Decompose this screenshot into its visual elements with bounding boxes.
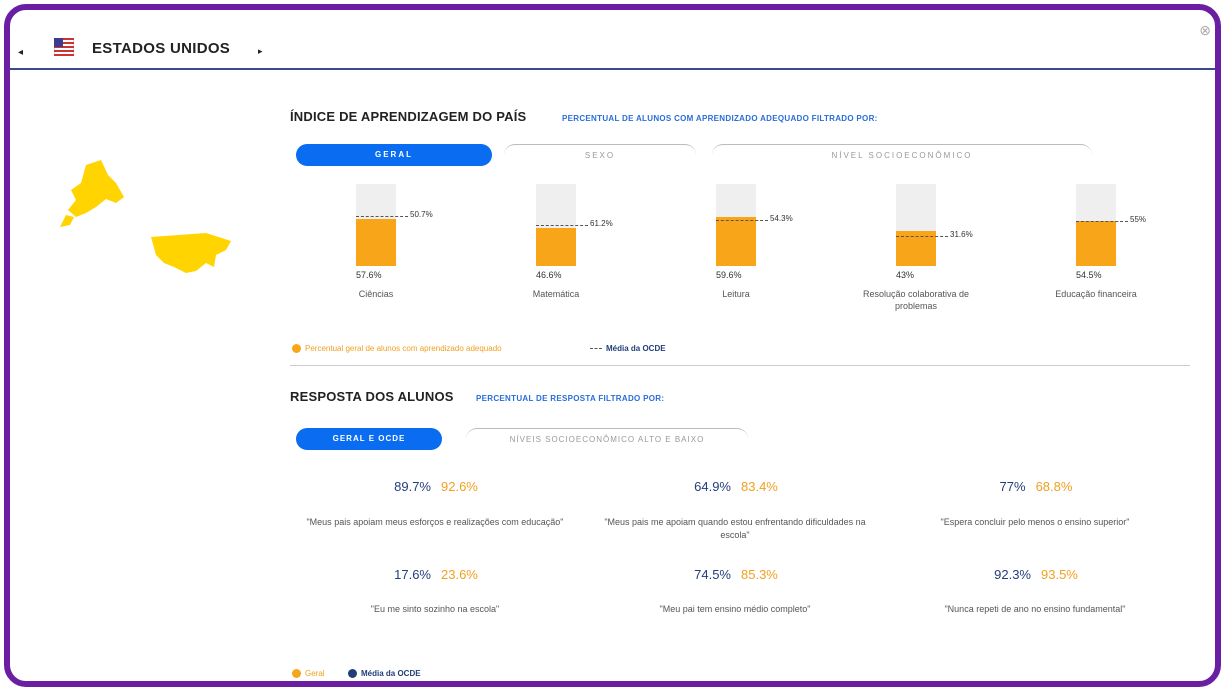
- stat-geral: 64.9%: [694, 479, 731, 494]
- tab-nivel-socioeconomico[interactable]: NÍVEL SOCIOECONÔMICO: [712, 144, 1092, 166]
- stat-2: 64.9% 83.4%: [636, 478, 836, 496]
- oecd-line: [536, 224, 588, 226]
- window-frame: ◂ ESTADOS UNIDOS ▸ ⊗ ÍNDICE DE APRENDIZA…: [4, 4, 1221, 687]
- oecd-value-label: 61.2%: [590, 218, 613, 228]
- quote-2: "Meus pais me apoiam quando estou enfren…: [604, 517, 866, 540]
- bar-3: [716, 184, 768, 266]
- legend-oecd-label: Média da OCDE: [361, 669, 421, 678]
- legend-oecd-label: Média da OCDE: [606, 344, 666, 353]
- bar-value-label: 59.6%: [716, 270, 742, 280]
- oecd-line: [896, 236, 948, 238]
- oecd-value-label: 50.7%: [410, 210, 433, 220]
- oecd-line: [1076, 220, 1128, 222]
- navy-dot-icon: [348, 669, 357, 679]
- quote-5: "Meu pai tem ensino médio completo": [659, 604, 811, 614]
- bar-category-label: Matemática: [532, 289, 580, 299]
- quote-3: "Espera concluir pelo menos o ensino sup…: [940, 517, 1130, 527]
- stat-geral: 74.5%: [694, 567, 731, 582]
- bar-category-label: Educação financeira: [1055, 289, 1137, 299]
- learning-title: ÍNDICE DE APRENDIZAGEM DO PAÍS: [290, 109, 527, 124]
- bar-value-label: 46.6%: [536, 270, 562, 280]
- stat-ocde: 85.3%: [741, 567, 778, 582]
- bar-fill: [1076, 221, 1116, 266]
- quote-1: "Meus pais apoiam meus esforços e realiz…: [306, 517, 564, 527]
- stat-5: 74.5% 85.3%: [636, 566, 836, 584]
- bar-value-label: 54.5%: [1076, 270, 1102, 280]
- country-name: ESTADOS UNIDOS: [92, 40, 231, 57]
- legend-oecd: Média da OCDE: [590, 344, 666, 353]
- tab-geral-ocde[interactable]: GERAL E OCDE: [296, 428, 442, 450]
- oecd-line: [356, 216, 408, 218]
- bar-value-label: 57.6%: [356, 270, 382, 280]
- bar-2: [536, 184, 588, 266]
- legend-value-label: Percentual geral de alunos com aprendiza…: [305, 344, 502, 353]
- bar-fill: [536, 227, 576, 266]
- stat-1: 89.7% 92.6%: [336, 478, 536, 496]
- stat-ocde: 83.4%: [741, 479, 778, 494]
- bar-category-label: Resolução colaborativa de problemas: [862, 289, 970, 311]
- dashed-line-icon: [590, 348, 602, 350]
- stat-geral: 89.7%: [394, 479, 431, 494]
- oecd-value-label: 55%: [1130, 214, 1147, 224]
- bar-value-label: 43%: [896, 270, 915, 280]
- stat-6: 92.3% 93.5%: [936, 566, 1136, 584]
- orange-dot-icon: [292, 344, 301, 354]
- stat-4: 17.6% 23.6%: [336, 566, 536, 584]
- bar-5: [1076, 184, 1128, 266]
- quote-4: "Eu me sinto sozinho na escola": [370, 604, 500, 614]
- stat-geral: 92.3%: [994, 567, 1031, 582]
- country-header: ◂ ESTADOS UNIDOS ▸ ⊗: [10, 10, 1215, 70]
- close-icon[interactable]: ⊗: [1199, 22, 1211, 39]
- oecd-value-label: 31.6%: [950, 230, 973, 240]
- answers-title: RESPOSTA DOS ALUNOS: [290, 389, 454, 404]
- stat-ocde: 93.5%: [1041, 567, 1078, 582]
- stat-geral: 77%: [999, 479, 1026, 494]
- tab-geral[interactable]: GERAL: [296, 144, 492, 166]
- legend-geral-label: Geral: [305, 669, 325, 678]
- us-flag-icon: [54, 38, 74, 56]
- prev-country-arrow[interactable]: ◂: [18, 47, 23, 58]
- tab-sexo[interactable]: SEXO: [504, 144, 696, 166]
- section-divider: [290, 365, 1190, 366]
- tab-niveis-socioeconomico[interactable]: NÍVEIS SOCIOECONÔMICO ALTO E BAIXO: [466, 428, 748, 450]
- answers-legend-geral: Geral: [292, 669, 325, 679]
- stat-ocde: 68.8%: [1035, 479, 1073, 494]
- oecd-value-label: 54.3%: [770, 213, 793, 223]
- bar-fill: [356, 218, 396, 266]
- next-country-arrow[interactable]: ▸: [258, 46, 263, 57]
- bar-fill: [716, 217, 756, 266]
- answers-legend-oecd: Média da OCDE: [348, 669, 421, 679]
- us-map: [60, 160, 231, 273]
- learning-subtitle: PERCENTUAL DE ALUNOS COM APRENDIZADO ADE…: [562, 114, 878, 123]
- legend-value: Percentual geral de alunos com aprendiza…: [292, 344, 502, 354]
- bar-category-label: Ciências: [358, 289, 394, 299]
- bar-category-label: Leitura: [722, 289, 750, 299]
- bar-1: [356, 184, 408, 266]
- stat-geral: 17.6%: [394, 567, 431, 582]
- bar-4: [896, 184, 948, 266]
- stat-ocde: 92.6%: [441, 479, 478, 494]
- stat-3: 77% 68.8%: [936, 478, 1136, 496]
- answers-subtitle: PERCENTUAL DE RESPOSTA FILTRADO POR:: [476, 394, 665, 403]
- orange-dot-icon: [292, 669, 301, 679]
- quote-6: "Nunca repeti de ano no ensino fundament…: [944, 604, 1126, 614]
- oecd-line: [716, 219, 768, 221]
- stat-ocde: 23.6%: [441, 567, 478, 582]
